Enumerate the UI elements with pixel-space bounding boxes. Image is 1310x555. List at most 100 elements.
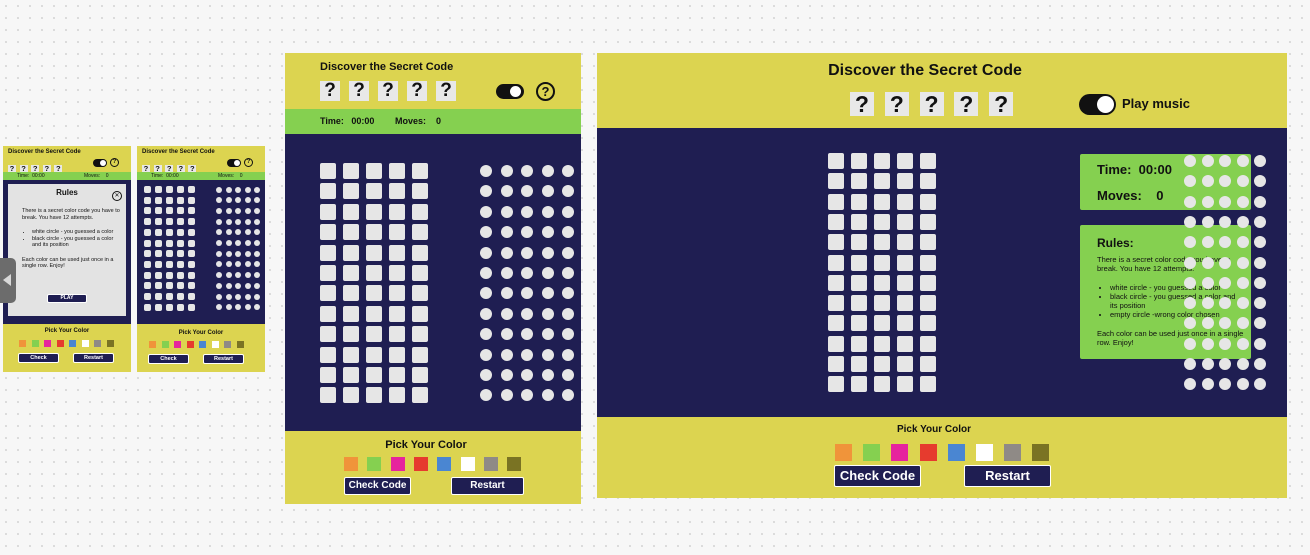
check-button[interactable]: Check Code [344,477,411,495]
guess-slot[interactable] [920,295,936,312]
guess-slot[interactable] [177,293,184,300]
guess-slot[interactable] [144,250,151,258]
guess-slot[interactable] [366,163,382,179]
guess-slot[interactable] [188,196,195,204]
color-swatch[interactable] [437,457,452,471]
guess-slot[interactable] [920,335,936,352]
guess-slot[interactable] [920,213,936,230]
guess-slot[interactable] [389,265,405,281]
guess-slot[interactable] [343,285,359,302]
guess-slot[interactable] [366,203,382,220]
check-button[interactable]: Check [148,354,189,364]
guess-slot[interactable] [166,282,173,290]
guess-slot[interactable] [144,282,151,290]
color-swatch[interactable] [367,457,382,471]
guess-slot[interactable] [177,207,184,215]
guess-slot[interactable] [874,254,890,271]
guess-slot[interactable] [320,387,336,404]
guess-slot[interactable] [920,173,936,190]
guess-slot[interactable] [155,239,162,247]
music-toggle[interactable] [1079,94,1116,115]
close-icon[interactable]: ✕ [112,191,122,201]
help-icon[interactable]: ? [110,158,119,167]
guess-slot[interactable] [389,224,405,241]
guess-slot[interactable] [828,234,844,251]
guess-slot[interactable] [188,207,195,215]
color-swatch[interactable] [507,457,522,471]
guess-slot[interactable] [155,303,162,311]
guess-slot[interactable] [851,335,867,352]
color-swatch[interactable] [483,457,498,471]
guess-slot[interactable] [412,346,428,363]
guess-slot[interactable] [389,367,405,383]
guess-slot[interactable] [343,326,359,343]
guess-slot[interactable] [166,228,173,236]
guess-slot[interactable] [177,271,184,279]
guess-slot[interactable] [412,183,428,200]
guess-slot[interactable] [389,203,405,220]
guess-slot[interactable] [320,265,336,281]
color-swatch[interactable] [31,340,39,347]
guess-slot[interactable] [897,274,913,291]
guess-slot[interactable] [155,293,162,300]
restart-button[interactable]: Restart [451,477,524,495]
guess-slot[interactable] [897,234,913,251]
color-swatch[interactable] [56,340,64,347]
guess-slot[interactable] [166,271,173,279]
guess-slot[interactable] [188,271,195,279]
guess-slot[interactable] [144,293,151,300]
guess-slot[interactable] [177,303,184,311]
guess-slot[interactable] [177,186,184,193]
guess-slot[interactable] [897,213,913,230]
help-icon[interactable]: ? [244,158,253,167]
color-swatch[interactable] [891,444,909,461]
guess-slot[interactable] [412,265,428,281]
guess-slot[interactable] [144,271,151,279]
color-swatch[interactable] [161,341,169,348]
guess-slot[interactable] [188,282,195,290]
guess-slot[interactable] [412,224,428,241]
color-swatch[interactable] [19,340,26,347]
color-swatch[interactable] [199,341,206,348]
guess-slot[interactable] [343,203,359,220]
guess-slot[interactable] [874,193,890,210]
guess-slot[interactable] [828,193,844,210]
guess-slot[interactable] [343,387,359,404]
guess-slot[interactable] [166,293,173,300]
guess-slot[interactable] [320,183,336,200]
guess-slot[interactable] [320,326,336,343]
guess-slot[interactable] [177,239,184,247]
color-swatch[interactable] [413,457,428,471]
guess-slot[interactable] [155,186,162,193]
guess-slot[interactable] [851,376,867,393]
guess-slot[interactable] [851,254,867,271]
guess-slot[interactable] [144,207,151,215]
guess-slot[interactable] [188,239,195,247]
guess-slot[interactable] [897,153,913,169]
guess-slot[interactable] [851,356,867,372]
guess-slot[interactable] [851,213,867,230]
guess-slot[interactable] [412,367,428,383]
color-swatch[interactable] [863,444,881,461]
music-toggle[interactable] [496,84,524,99]
guess-slot[interactable] [166,239,173,247]
guess-slot[interactable] [366,265,382,281]
guess-slot[interactable] [412,163,428,179]
guess-slot[interactable] [851,153,867,169]
guess-slot[interactable] [155,282,162,290]
guess-slot[interactable] [389,305,405,322]
guess-slot[interactable] [177,196,184,204]
guess-slot[interactable] [389,244,405,261]
guess-slot[interactable] [874,315,890,332]
guess-slot[interactable] [343,305,359,322]
guess-slot[interactable] [320,346,336,363]
color-swatch[interactable] [236,341,244,348]
color-swatch[interactable] [835,444,852,461]
music-toggle[interactable] [93,159,107,167]
guess-slot[interactable] [389,183,405,200]
guess-slot[interactable] [343,224,359,241]
guess-slot[interactable] [144,218,151,226]
guess-slot[interactable] [851,234,867,251]
guess-slot[interactable] [166,207,173,215]
guess-slot[interactable] [155,260,162,268]
